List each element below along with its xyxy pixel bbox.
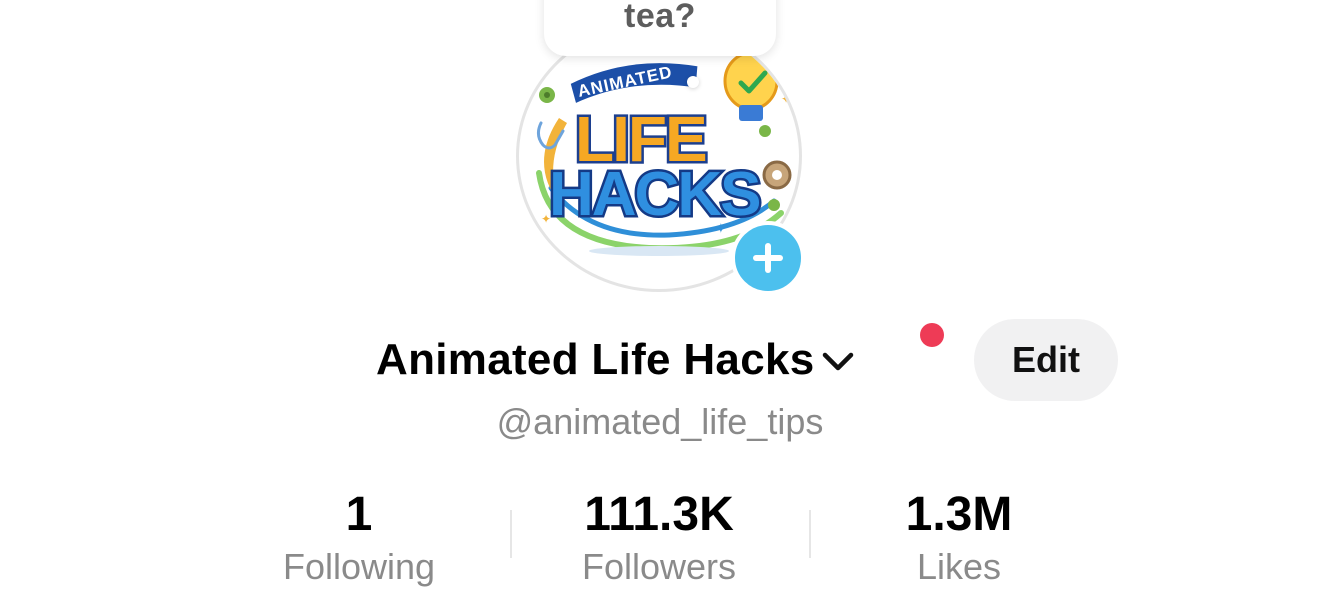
stat-following-label: Following [282, 546, 436, 587]
svg-text:✦: ✦ [715, 220, 727, 236]
notification-dot [920, 323, 944, 347]
chevron-down-icon[interactable] [821, 345, 855, 379]
profile-handle: @animated_life_tips [0, 401, 1320, 443]
stat-following-value: 1 [345, 488, 373, 541]
profile-display-name: Animated Life Hacks [376, 335, 815, 384]
stat-followers[interactable]: 111.3K Followers [529, 486, 789, 590]
add-avatar-button[interactable] [731, 221, 805, 295]
stat-divider [809, 510, 811, 558]
stat-likes[interactable]: 1.3M Likes [829, 486, 1089, 590]
edit-profile-button[interactable]: Edit [974, 319, 1118, 401]
profile-handle-text: @animated_life_tips [496, 401, 824, 442]
stat-following[interactable]: 1 Following [229, 486, 489, 590]
stat-followers-value: 111.3K [584, 488, 734, 541]
plus-icon [753, 243, 783, 273]
stat-divider [510, 510, 512, 558]
svg-text:✦: ✦ [781, 92, 791, 106]
stat-likes-label: Likes [916, 546, 1002, 587]
profile-name-row[interactable]: Animated Life Hacks [376, 330, 855, 390]
svg-text:HACKS: HACKS [549, 160, 759, 229]
note-bubble-text: tea? [624, 0, 696, 35]
stat-followers-label: Followers [581, 546, 737, 587]
note-bubble[interactable]: tea? [544, 0, 776, 56]
stat-likes-value: 1.3M [905, 488, 1013, 541]
svg-text:✦: ✦ [541, 212, 551, 226]
note-bubble-tail [687, 76, 699, 88]
